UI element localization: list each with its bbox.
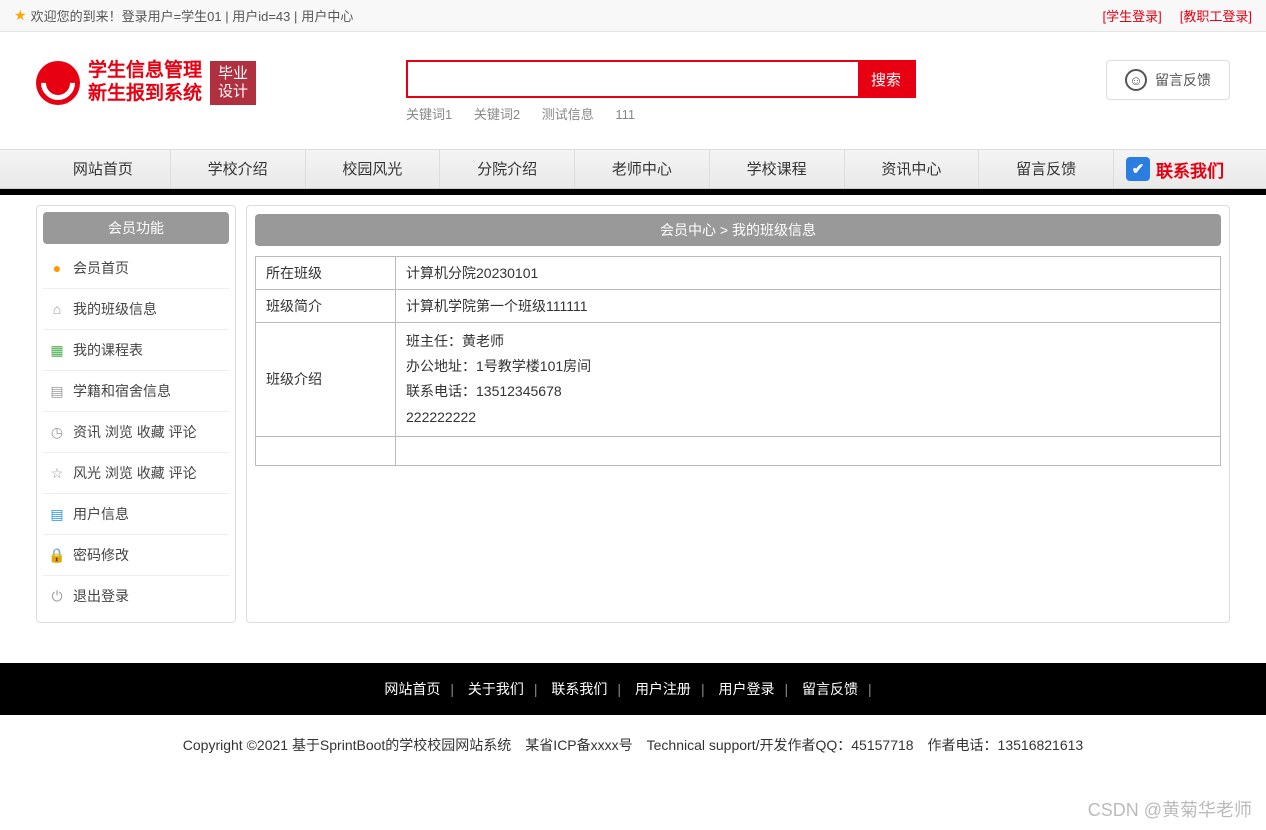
watermark: CSDN @黄菊华老师 <box>1088 796 1252 822</box>
sidebar-item-news[interactable]: ◷资讯 浏览 收藏 评论 <box>43 412 229 453</box>
sidebar-item-dorm[interactable]: ▤学籍和宿舍信息 <box>43 371 229 412</box>
logo-text: 学生信息管理 新生报到系统 <box>88 60 202 106</box>
staff-login-link[interactable]: [教职工登录] <box>1180 9 1252 24</box>
top-right: [学生登录] [教职工登录] <box>1102 6 1252 25</box>
check-icon: ✔ <box>1126 157 1150 181</box>
table-row: 班级简介 计算机学院第一个班级111111 <box>256 290 1221 323</box>
nav-contact[interactable]: ✔ 联系我们 <box>1114 150 1230 188</box>
detail-line: 联系电话：13512345678 <box>406 379 1210 404</box>
headset-icon: ☺ <box>1125 69 1147 91</box>
nav-home[interactable]: 网站首页 <box>36 150 171 188</box>
sidebar: 会员功能 ●会员首页 ⌂我的班级信息 ▦我的课程表 ▤学籍和宿舍信息 ◷资讯 浏… <box>36 205 236 623</box>
header: 学生信息管理 新生报到系统 毕业 设计 搜索 关键词1 关键词2 测试信息 11… <box>0 32 1266 133</box>
star-icon: ★ <box>14 7 27 24</box>
cell-value: 计算机分院20230101 <box>396 257 1221 290</box>
cell-label: 班级介绍 <box>256 323 396 437</box>
nav-branch[interactable]: 分院介绍 <box>440 150 575 188</box>
nav-scenery[interactable]: 校园风光 <box>306 150 441 188</box>
grid-icon: ▤ <box>49 383 65 399</box>
house-icon: ⌂ <box>49 301 65 317</box>
copyright: Copyright ©2021 基于SprintBoot的学校校园网站系统 某省… <box>0 715 1266 775</box>
cell-value: 班主任：黄老师 办公地址：1号教学楼101房间 联系电话：13512345678… <box>396 323 1221 437</box>
main-panel: 会员中心 > 我的班级信息 所在班级 计算机分院20230101 班级简介 计算… <box>246 205 1230 623</box>
logo-line2: 新生报到系统 <box>88 83 202 106</box>
nav-feedback[interactable]: 留言反馈 <box>979 150 1114 188</box>
footer-link[interactable]: 留言反馈 <box>802 681 858 697</box>
contact-label: 联系我们 <box>1156 157 1224 182</box>
clock-icon: ◷ <box>49 424 65 440</box>
detail-line: 班主任：黄老师 <box>406 329 1210 354</box>
detail-line: 222222222 <box>406 405 1210 430</box>
table-row: 班级介绍 班主任：黄老师 办公地址：1号教学楼101房间 联系电话：135123… <box>256 323 1221 437</box>
calendar-icon: ▦ <box>49 342 65 358</box>
nav-news[interactable]: 资讯中心 <box>845 150 980 188</box>
sidebar-item-schedule[interactable]: ▦我的课程表 <box>43 330 229 371</box>
power-icon: ⏻ <box>49 588 65 604</box>
sidebar-item-logout[interactable]: ⏻退出登录 <box>43 576 229 616</box>
table-row <box>256 436 1221 465</box>
info-table: 所在班级 计算机分院20230101 班级简介 计算机学院第一个班级111111… <box>255 256 1221 466</box>
table-row: 所在班级 计算机分院20230101 <box>256 257 1221 290</box>
keyword-link[interactable]: 111 <box>615 107 635 122</box>
feedback-label: 留言反馈 <box>1155 70 1211 90</box>
feedback-button[interactable]: ☺ 留言反馈 <box>1106 60 1230 100</box>
keyword-row: 关键词1 关键词2 测试信息 111 <box>406 104 916 123</box>
cell-value: 计算机学院第一个班级111111 <box>396 290 1221 323</box>
search-box: 搜索 <box>406 60 916 98</box>
star-icon: ☆ <box>49 465 65 481</box>
keyword-link[interactable]: 测试信息 <box>542 107 594 122</box>
sidebar-item-user[interactable]: ▤用户信息 <box>43 494 229 535</box>
cell-label: 班级简介 <box>256 290 396 323</box>
search-input[interactable] <box>408 62 858 96</box>
sidebar-item-scenery[interactable]: ☆风光 浏览 收藏 评论 <box>43 453 229 494</box>
nav-teacher[interactable]: 老师中心 <box>575 150 710 188</box>
cell-label: 所在班级 <box>256 257 396 290</box>
cell-value <box>396 436 1221 465</box>
content: 会员功能 ●会员首页 ⌂我的班级信息 ▦我的课程表 ▤学籍和宿舍信息 ◷资讯 浏… <box>0 195 1266 633</box>
breadcrumb: 会员中心 > 我的班级信息 <box>255 214 1221 246</box>
search-button[interactable]: 搜索 <box>858 62 914 96</box>
nav-school[interactable]: 学校介绍 <box>171 150 306 188</box>
footer-link[interactable]: 联系我们 <box>551 681 607 697</box>
logo-tag: 毕业 设计 <box>210 61 256 105</box>
footer-link[interactable]: 关于我们 <box>468 681 524 697</box>
footer-nav: 网站首页| 关于我们| 联系我们| 用户注册| 用户登录| 留言反馈| <box>0 663 1266 715</box>
sidebar-item-password[interactable]: 🔒密码修改 <box>43 535 229 576</box>
logo-icon <box>36 61 80 105</box>
sidebar-item-class[interactable]: ⌂我的班级信息 <box>43 289 229 330</box>
footer-link[interactable]: 用户注册 <box>635 681 691 697</box>
footer-link[interactable]: 网站首页 <box>384 681 440 697</box>
keyword-link[interactable]: 关键词1 <box>406 107 452 122</box>
top-bar: ★ 欢迎您的到来！登录用户=学生01 | 用户id=43 | 用户中心 [学生登… <box>0 0 1266 32</box>
detail-line: 办公地址：1号教学楼101房间 <box>406 354 1210 379</box>
logo-line1: 学生信息管理 <box>88 60 202 83</box>
navbar: 网站首页 学校介绍 校园风光 分院介绍 老师中心 学校课程 资讯中心 留言反馈 … <box>0 149 1266 189</box>
logo-area: 学生信息管理 新生报到系统 毕业 设计 <box>36 60 256 106</box>
sidebar-item-home[interactable]: ●会员首页 <box>43 248 229 289</box>
keyword-link[interactable]: 关键词2 <box>474 107 520 122</box>
search-area: 搜索 关键词1 关键词2 测试信息 111 <box>406 60 916 123</box>
welcome-text: 欢迎您的到来！登录用户=学生01 | 用户id=43 | <box>31 6 298 25</box>
document-icon: ▤ <box>49 506 65 522</box>
nav-course[interactable]: 学校课程 <box>710 150 845 188</box>
welcome-area: ★ 欢迎您的到来！登录用户=学生01 | 用户id=43 | 用户中心 <box>14 6 353 25</box>
sidebar-title: 会员功能 <box>43 212 229 244</box>
home-icon: ● <box>49 260 65 276</box>
lock-icon: 🔒 <box>49 547 65 563</box>
cell-label <box>256 436 396 465</box>
usercenter-link[interactable]: 用户中心 <box>301 6 353 25</box>
student-login-link[interactable]: [学生登录] <box>1102 9 1161 24</box>
footer-link[interactable]: 用户登录 <box>718 681 774 697</box>
